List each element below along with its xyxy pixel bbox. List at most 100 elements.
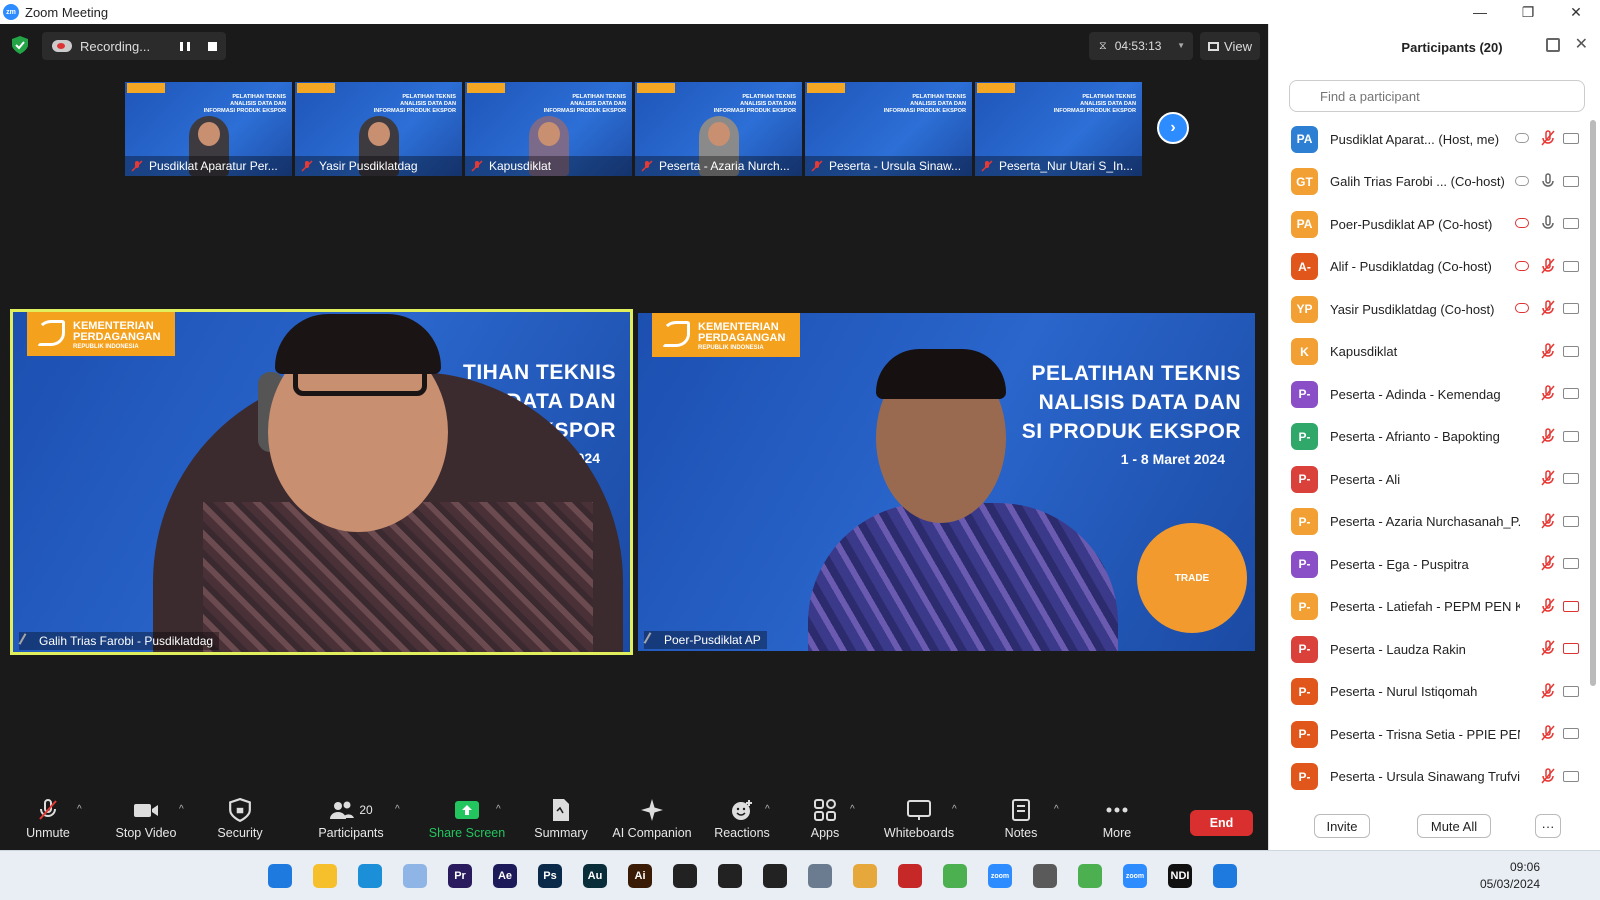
ai-companion-button[interactable]: AI Companion <box>608 798 696 844</box>
participant-row[interactable]: P- Peserta - Trisna Setia - PPIE PEN <box>1269 713 1589 756</box>
mic-icon[interactable] <box>1541 172 1555 189</box>
premiere-icon[interactable]: Pr <box>448 864 472 888</box>
mic-muted-icon[interactable] <box>1541 300 1555 316</box>
participant-row[interactable]: P- Peserta - Adinda - Kemendag <box>1269 373 1589 416</box>
mic-muted-icon[interactable] <box>1541 640 1555 656</box>
whiteboards-options-caret[interactable]: ^ <box>952 804 957 815</box>
mic-muted-icon[interactable] <box>1541 597 1555 614</box>
video-camera-icon[interactable] <box>1563 345 1579 357</box>
participant-row[interactable]: P- Peserta - Nurul Istiqomah <box>1269 671 1589 714</box>
participant-row[interactable]: A- Alif - Pusdiklatdag (Co-host) <box>1269 246 1589 289</box>
notes-button[interactable]: Notes <box>1001 798 1041 844</box>
find-participant-input[interactable] <box>1289 80 1585 112</box>
ndi-icon[interactable]: NDI <box>1168 864 1192 888</box>
mute-all-button[interactable]: Mute All <box>1417 814 1491 838</box>
video-options-caret[interactable]: ^ <box>179 804 184 815</box>
mic-muted-icon[interactable] <box>1541 342 1555 359</box>
stop-recording-button[interactable] <box>208 42 217 51</box>
video-camera-icon[interactable] <box>1563 430 1579 442</box>
unmute-button[interactable]: Unmute <box>22 798 74 844</box>
mic-muted-icon[interactable] <box>1541 427 1555 444</box>
restore-button[interactable]: ❐ <box>1504 0 1552 24</box>
participant-row[interactable]: P- Peserta - Ega - Puspitra <box>1269 543 1589 586</box>
summary-button[interactable]: Summary <box>531 798 591 844</box>
apps-options-caret[interactable]: ^ <box>850 804 855 815</box>
thumbnail-tile[interactable]: PELATIHAN TEKNIS ANALISIS DATA DAN INFORMA… <box>465 82 632 176</box>
more-button[interactable]: More <box>1098 798 1136 844</box>
edge-icon[interactable] <box>358 864 382 888</box>
mic-muted-icon[interactable] <box>1541 725 1555 741</box>
file-explorer-icon[interactable] <box>313 864 337 888</box>
system-tray-clock[interactable]: 09:06 05/03/2024 <box>1480 859 1540 893</box>
windows-start-icon[interactable] <box>268 864 292 888</box>
participants-options-caret[interactable]: ^ <box>395 804 400 815</box>
thumbnail-tile[interactable]: PELATIHAN TEKNIS ANALISIS DATA DAN INFORMA… <box>975 82 1142 176</box>
video-camera-icon[interactable] <box>1563 133 1579 144</box>
participant-row[interactable]: P- Peserta - Afrianto - Bapokting <box>1269 416 1589 459</box>
participant-row[interactable]: P- Peserta - Ali <box>1269 458 1589 501</box>
minimize-button[interactable]: — <box>1456 0 1504 24</box>
participant-row[interactable]: PA Poer-Pusdiklat AP (Co-host) <box>1269 203 1589 246</box>
photoshop-icon[interactable]: Ps <box>538 864 562 888</box>
mic-muted-icon[interactable] <box>1541 470 1555 486</box>
notes-options-caret[interactable]: ^ <box>1054 804 1059 815</box>
zoom-alt-icon[interactable]: zoom <box>1123 864 1147 888</box>
participant-row[interactable]: P- Peserta - Laudza Rakin <box>1269 628 1589 671</box>
after-effects-icon[interactable]: Ae <box>493 864 517 888</box>
participant-row[interactable]: P- Peserta - Azaria Nurchasanah_P... <box>1269 501 1589 544</box>
video-camera-icon[interactable] <box>1563 175 1579 187</box>
media-icon[interactable] <box>898 864 922 888</box>
whiteboards-button[interactable]: Whiteboards <box>880 798 958 844</box>
mic-muted-icon[interactable] <box>1541 555 1555 571</box>
next-page-arrow-icon[interactable]: › <box>1157 112 1189 144</box>
mic-icon[interactable] <box>1541 215 1555 231</box>
audio-options-caret[interactable]: ^ <box>77 804 82 815</box>
participants-button[interactable]: 20 Participants <box>313 798 389 844</box>
folder-tool-icon[interactable] <box>853 864 877 888</box>
participants-scrollbar[interactable] <box>1590 120 1596 686</box>
video-camera-icon[interactable] <box>1563 473 1579 484</box>
mic-muted-icon[interactable] <box>1541 682 1555 699</box>
voicemeeter-icon[interactable] <box>1033 864 1057 888</box>
video-camera-icon[interactable] <box>1563 260 1579 272</box>
video-camera-icon[interactable] <box>1563 728 1579 739</box>
grid-app-icon[interactable] <box>1213 864 1237 888</box>
audio-app-icon[interactable] <box>718 864 742 888</box>
participant-row[interactable]: YP Yasir Pusdiklatdag (Co-host) <box>1269 288 1589 331</box>
video-camera-icon[interactable] <box>1563 770 1579 782</box>
share-options-caret[interactable]: ^ <box>496 804 501 815</box>
thumbnail-tile[interactable]: PELATIHAN TEKNIS ANALISIS DATA DAN INFORMA… <box>295 82 462 176</box>
chrome-profile-icon[interactable] <box>1078 864 1102 888</box>
calculator-icon[interactable] <box>673 864 697 888</box>
camera-icon[interactable] <box>808 864 832 888</box>
reactions-options-caret[interactable]: ^ <box>765 804 770 815</box>
video-tile-active-speaker[interactable]: KEMENTERIAN PERDAGANGAN REPUBLIK INDONESIA… <box>10 309 633 655</box>
video-camera-icon[interactable] <box>1563 303 1579 314</box>
thumbnail-tile[interactable]: PELATIHAN TEKNIS ANALISIS DATA DAN INFORMA… <box>635 82 802 176</box>
view-button[interactable]: View <box>1200 32 1260 60</box>
video-tile[interactable]: KEMENTERIAN PERDAGANGAN REPUBLIK INDONESIA… <box>638 313 1255 651</box>
thumbnail-tile[interactable]: PELATIHAN TEKNIS ANALISIS DATA DAN INFORMA… <box>125 82 292 176</box>
obs-icon[interactable] <box>763 864 787 888</box>
photos-icon[interactable] <box>403 864 427 888</box>
security-shield-icon[interactable] <box>12 36 28 54</box>
mic-muted-icon[interactable] <box>1541 385 1555 401</box>
mic-muted-icon[interactable] <box>1541 767 1555 784</box>
mic-muted-icon[interactable] <box>1541 130 1555 146</box>
pause-recording-button[interactable] <box>180 42 190 51</box>
reactions-button[interactable]: Reactions <box>714 798 770 844</box>
mic-muted-icon[interactable] <box>1541 512 1555 529</box>
video-camera-icon[interactable] <box>1563 515 1579 527</box>
audition-icon[interactable]: Au <box>583 864 607 888</box>
participant-row[interactable]: P- Peserta - Latiefah - PEPM PEN Ke... <box>1269 586 1589 629</box>
security-button[interactable]: Security <box>213 798 267 844</box>
zoom-icon[interactable]: zoom <box>988 864 1012 888</box>
apps-button[interactable]: Apps <box>805 798 845 844</box>
video-camera-icon[interactable] <box>1563 388 1579 399</box>
video-camera-icon[interactable] <box>1563 558 1579 569</box>
video-camera-icon[interactable] <box>1563 218 1579 229</box>
share-screen-button[interactable]: Share Screen <box>428 798 506 844</box>
panel-more-button[interactable]: ··· <box>1535 814 1561 838</box>
chrome-icon[interactable] <box>943 864 967 888</box>
participant-row[interactable]: K Kapusdiklat <box>1269 331 1589 374</box>
